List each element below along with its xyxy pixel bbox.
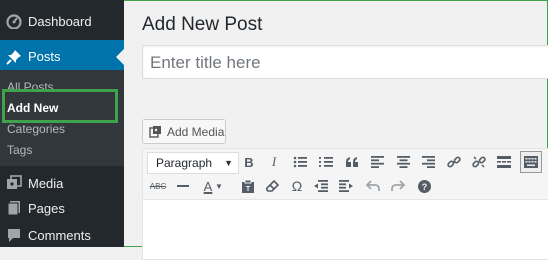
sidebar-item-dashboard[interactable]: Dashboard [0,4,124,38]
horizontal-line-icon[interactable] [172,175,194,197]
sidebar-item-label: Posts [28,49,61,64]
special-character-icon[interactable]: Ω [286,175,308,197]
sidebar-item-label: Media [28,175,64,191]
pin-icon [6,49,22,65]
main-content: Add New Post Enter title here Add Media … [124,0,548,260]
chevron-down-icon: ▼ [224,158,233,168]
editor-toolbar: Paragraph ▼ B I ABC A ▼ T Ω ? [143,149,548,200]
redo-icon[interactable] [387,175,409,197]
align-left-icon[interactable] [366,151,388,173]
svg-text:?: ? [421,182,427,192]
clear-formatting-icon[interactable] [261,175,283,197]
svg-text:T: T [246,186,251,193]
strikethrough-icon[interactable]: ABC [147,175,169,197]
italic-icon[interactable]: I [263,151,285,173]
add-media-button[interactable]: Add Media [142,119,226,144]
page-title: Add New Post [142,14,263,35]
bulleted-list-icon[interactable] [289,151,311,173]
add-new-highlight-box [2,89,118,123]
sidebar-item-label: Pages [28,200,65,216]
increase-indent-icon[interactable] [335,175,357,197]
post-title-input[interactable]: Enter title here [142,45,548,79]
pages-icon [6,200,22,216]
comments-icon [6,227,22,243]
align-center-icon[interactable] [392,151,414,173]
format-select-value: Paragraph [156,156,213,170]
read-more-icon[interactable] [493,151,515,173]
bold-icon[interactable]: B [238,151,260,173]
dashboard-icon [6,13,22,29]
chevron-down-icon[interactable]: ▼ [213,175,225,197]
toolbar-toggle-icon[interactable] [520,151,542,173]
content-editor[interactable]: Paragraph ▼ B I ABC A ▼ T Ω ? [142,148,548,260]
decrease-indent-icon[interactable] [310,175,332,197]
numbered-list-icon[interactable] [315,151,337,173]
undo-icon[interactable] [362,175,384,197]
submenu-tags[interactable]: Tags [7,143,32,157]
submenu-categories[interactable]: Categories [7,122,65,136]
paste-as-text-icon[interactable]: T [237,175,259,197]
sidebar-item-label: Comments [28,227,91,243]
add-media-label: Add Media [167,124,225,139]
title-placeholder: Enter title here [150,53,261,72]
align-right-icon[interactable] [417,151,439,173]
remove-link-icon[interactable] [468,151,490,173]
media-icon [6,175,22,191]
insert-link-icon[interactable] [443,151,465,173]
sidebar-item-posts[interactable]: Posts [0,40,124,73]
help-icon[interactable]: ? [413,175,435,197]
blockquote-icon[interactable] [341,151,363,173]
admin-sidebar: Dashboard Posts All Posts Add New Catego… [0,0,124,247]
add-media-icon [149,125,163,139]
format-select[interactable]: Paragraph ▼ [147,152,239,174]
sidebar-item-label: Dashboard [28,13,92,29]
